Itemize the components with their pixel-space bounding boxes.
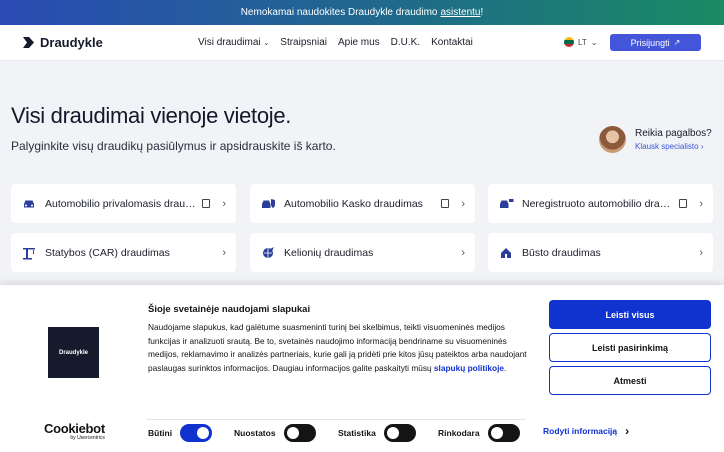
car-plate-icon (498, 196, 514, 212)
nav-item-contacts[interactable]: Kontaktai (431, 37, 473, 48)
site-logo-badge: Draudykle (48, 327, 99, 378)
ask-specialist-link[interactable]: Klausk specialisto › (635, 142, 712, 151)
main-nav: Visi draudimai ⌄ Straipsniai Apie mus D.… (198, 37, 473, 48)
chevron-down-icon: ⌄ (590, 37, 598, 47)
help-widget[interactable]: Reikia pagalbos? Klausk specialisto › (599, 126, 712, 153)
assistant-link[interactable]: asistentu (440, 7, 480, 18)
toggle-label: Statistika (338, 428, 376, 438)
nav-item-articles[interactable]: Straipsniai (280, 37, 327, 48)
card-label: Neregistruoto automobilio draudimas (522, 197, 674, 210)
toggle-label: Rinkodara (438, 428, 480, 438)
chevron-right-icon: › (222, 197, 226, 210)
toggle-switch[interactable] (283, 424, 316, 442)
nav-item-about[interactable]: Apie mus (338, 37, 380, 48)
login-button[interactable]: Prisijungti ↗ (610, 34, 701, 51)
insurance-card-mandatory-car[interactable]: Automobilio privalomasis draudimas › (11, 184, 236, 223)
language-selector[interactable]: LT ⌄ (564, 37, 597, 47)
announcement-text: Nemokamai naudokites Draudykle draudimo (240, 7, 438, 18)
announcement-suffix: ! (480, 7, 484, 18)
car-shield-icon (260, 196, 276, 212)
chevron-right-icon: › (461, 246, 465, 259)
reject-button[interactable]: Atmesti (549, 366, 711, 395)
language-code: LT (578, 37, 587, 47)
toggle-switch[interactable] (383, 424, 416, 442)
allow-selection-button[interactable]: Leisti pasirinkimą (549, 333, 711, 362)
cookie-body-end: . (504, 362, 507, 373)
login-label: Prisijungti (630, 37, 670, 48)
toggle-label: Būtini (148, 428, 173, 438)
cookiebot-wordmark: Cookiebot (44, 421, 105, 436)
toggle-necessary[interactable]: Būtini (148, 424, 213, 442)
page-subtitle: Palyginkite visų draudikų pasiūlymus ir … (11, 139, 336, 153)
arrow-up-right-icon: ↗ (673, 38, 681, 47)
compare-checkbox[interactable] (202, 199, 211, 208)
show-details-label: Rodyti informaciją (543, 426, 618, 436)
show-details-link[interactable]: Rodyti informaciją › (543, 424, 629, 438)
insurance-card-construction[interactable]: Statybos (CAR) draudimas › (11, 233, 236, 272)
chevron-right-icon: › (222, 246, 226, 259)
announcement-bar: Nemokamai naudokites Draudykle draudimo … (0, 0, 724, 25)
help-title: Reikia pagalbos? (635, 128, 712, 139)
cookiebot-logo[interactable]: Cookiebot by Usercentrics (44, 421, 105, 441)
insurance-card-kasko[interactable]: Automobilio Kasko draudimas › (250, 184, 475, 223)
nav-item-label: Visi draudimai (198, 37, 261, 48)
toggle-switch[interactable] (487, 424, 520, 442)
nav-item-faq[interactable]: D.U.K. (391, 37, 420, 48)
logo-badge-text: Draudykle (58, 349, 88, 356)
logo-text: Draudykle (40, 35, 103, 50)
insurance-card-home[interactable]: Būsto draudimas › (488, 233, 713, 272)
crane-icon (21, 245, 37, 261)
nav-item-all-insurance[interactable]: Visi draudimai ⌄ (198, 37, 269, 48)
toggle-label: Nuostatos (234, 428, 276, 438)
toggle-preferences[interactable]: Nuostatos (234, 424, 316, 442)
chevron-right-icon: › (699, 246, 703, 259)
toggle-switch[interactable] (180, 424, 213, 442)
toggle-statistics[interactable]: Statistika (338, 424, 416, 442)
car-icon (21, 196, 37, 212)
chevron-right-icon: › (625, 424, 630, 438)
cookie-policy-link[interactable]: slapukų politikoje (434, 363, 504, 373)
chevron-right-icon: › (461, 197, 465, 210)
globe-plane-icon (260, 245, 276, 261)
card-label: Statybos (CAR) draudimas (45, 246, 170, 259)
lithuania-flag-icon (564, 37, 574, 47)
logo-mark-icon (23, 37, 34, 48)
card-label: Automobilio privalomasis draudimas (45, 197, 197, 210)
page-title: Visi draudimai vienoje vietoje. (11, 103, 292, 128)
cookie-title: Šioje svetainėje naudojami slapukai (148, 304, 311, 315)
site-logo[interactable]: Draudykle (22, 35, 103, 50)
compare-checkbox[interactable] (441, 199, 450, 208)
card-label: Būsto draudimas (522, 246, 601, 259)
card-label: Automobilio Kasko draudimas (284, 197, 423, 210)
ask-specialist-label: Klausk specialisto (635, 142, 699, 151)
house-icon (498, 245, 514, 261)
cookie-consent-banner: Draudykle Šioje svetainėje naudojami sla… (0, 285, 724, 452)
cookie-description: Naudojame slapukus, kad galėtume suasmen… (148, 321, 528, 375)
allow-all-button[interactable]: Leisti visus (549, 300, 711, 329)
consent-toggles: Būtini Nuostatos Statistika Rinkodara (146, 419, 526, 443)
compare-checkbox[interactable] (679, 199, 688, 208)
toggle-marketing[interactable]: Rinkodara (438, 424, 520, 442)
chevron-down-icon: ⌄ (263, 40, 270, 47)
insurance-card-unregistered-car[interactable]: Neregistruoto automobilio draudimas › (488, 184, 713, 223)
site-header: Draudykle Visi draudimai ⌄ Straipsniai A… (0, 25, 724, 61)
specialist-avatar (599, 126, 626, 153)
chevron-right-icon: › (699, 197, 703, 210)
insurance-card-travel[interactable]: Kelionių draudimas › (250, 233, 475, 272)
card-label: Kelionių draudimas (284, 246, 374, 259)
